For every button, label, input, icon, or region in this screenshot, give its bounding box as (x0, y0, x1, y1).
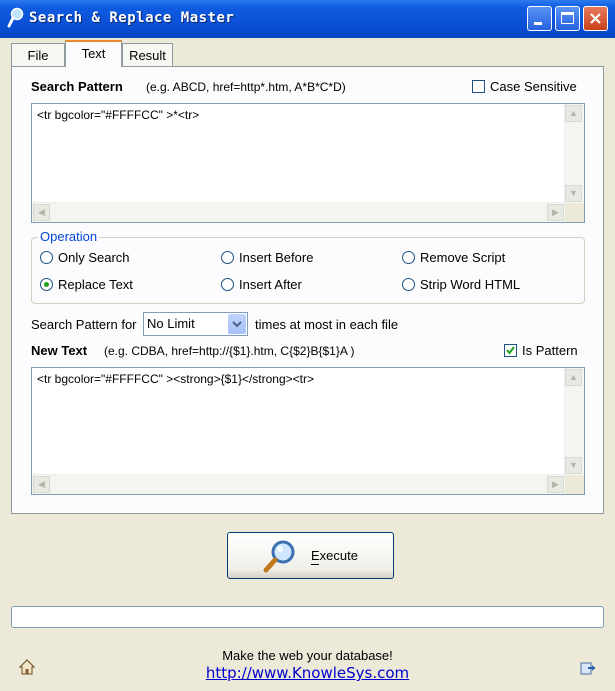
scroll-right-icon[interactable]: ▶ (547, 204, 564, 221)
radio-only-search[interactable] (40, 251, 53, 264)
case-sensitive-checkbox[interactable] (472, 80, 485, 93)
tab-file-label: File (27, 48, 49, 63)
radio-insert-before[interactable] (221, 251, 234, 264)
close-button[interactable] (583, 6, 608, 31)
exit-icon[interactable] (580, 660, 596, 676)
scroll-left-icon[interactable]: ◀ (33, 476, 50, 493)
tab-text-label: Text (81, 46, 106, 61)
new-text-example: (e.g. CDBA, href=http://{$1}.htm, C{$2}B… (104, 344, 355, 358)
tagline: Make the web your database! (222, 648, 393, 663)
magnifier-icon (263, 540, 295, 573)
scroll-up-icon[interactable]: ▲ (565, 105, 582, 122)
progress-bar (11, 606, 604, 628)
only-search-label[interactable]: Only Search (58, 250, 130, 265)
title-bar[interactable]: Search & Replace Master (0, 0, 615, 38)
newtext-vertical-scrollbar[interactable]: ▲ ▼ (564, 368, 584, 475)
limit-dropdown[interactable]: No Limit (143, 312, 248, 336)
execute-label: Execute (311, 548, 358, 563)
scroll-down-icon[interactable]: ▼ (565, 185, 582, 202)
newtext-horizontal-scrollbar[interactable]: ◀ ▶ (32, 474, 565, 494)
search-pattern-value: <tr bgcolor="#FFFFCC" >*<tr> (37, 108, 200, 122)
maximize-icon (561, 12, 574, 24)
radio-strip-word-html[interactable] (402, 278, 415, 291)
new-text-value: <tr bgcolor="#FFFFCC" ><strong>{$1}</str… (37, 372, 315, 386)
limit-suffix-label: times at most in each file (255, 317, 399, 332)
limit-selected-value: No Limit (147, 316, 195, 331)
checkmark-icon (506, 346, 515, 355)
radio-replace-text[interactable] (40, 278, 53, 291)
scroll-right-icon[interactable]: ▶ (547, 476, 564, 493)
scroll-left-icon[interactable]: ◀ (33, 204, 50, 221)
maximize-button[interactable] (555, 6, 580, 31)
search-pattern-example: (e.g. ABCD, href=http*.htm, A*B*C*D) (146, 80, 346, 94)
operation-legend: Operation (38, 229, 100, 244)
radio-insert-after[interactable] (221, 278, 234, 291)
execute-button[interactable]: Execute (227, 532, 394, 579)
tab-result-label: Result (129, 48, 166, 63)
scrollbar-corner (565, 203, 584, 222)
replace-text-label[interactable]: Replace Text (58, 277, 133, 292)
is-pattern-checkbox[interactable] (504, 344, 517, 357)
window-title: Search & Replace Master (29, 10, 235, 26)
new-text-label: New Text (31, 343, 88, 358)
operation-group (31, 237, 585, 304)
tab-file[interactable]: File (11, 43, 65, 66)
scroll-down-icon[interactable]: ▼ (565, 457, 582, 474)
case-sensitive-label[interactable]: Case Sensitive (490, 79, 577, 94)
radio-remove-script[interactable] (402, 251, 415, 264)
magnifier-app-icon (7, 7, 24, 28)
insert-before-label[interactable]: Insert Before (239, 250, 313, 265)
remove-script-label[interactable]: Remove Script (420, 250, 505, 265)
search-vertical-scrollbar[interactable]: ▲ ▼ (564, 104, 584, 203)
radio-selected-dot (44, 282, 49, 287)
home-icon[interactable] (19, 659, 35, 675)
insert-after-label[interactable]: Insert After (239, 277, 302, 292)
minimize-button[interactable] (527, 6, 552, 31)
search-pattern-input[interactable]: <tr bgcolor="#FFFFCC" >*<tr> ▲ ▼ ◀ ▶ (31, 103, 585, 223)
new-text-input[interactable]: <tr bgcolor="#FFFFCC" ><strong>{$1}</str… (31, 367, 585, 495)
website-link[interactable]: http://www.KnowleSys.com (0, 664, 615, 682)
search-pattern-label: Search Pattern (31, 79, 123, 94)
minimize-icon (534, 22, 542, 25)
scroll-up-icon[interactable]: ▲ (565, 369, 582, 386)
close-icon (590, 13, 601, 24)
limit-prefix-label: Search Pattern for (31, 317, 137, 332)
search-horizontal-scrollbar[interactable]: ◀ ▶ (32, 202, 565, 222)
execute-accelerator-underline (311, 564, 319, 565)
is-pattern-label[interactable]: Is Pattern (522, 343, 578, 358)
scrollbar-corner (565, 475, 584, 494)
tab-result[interactable]: Result (122, 43, 173, 66)
strip-word-html-label[interactable]: Strip Word HTML (420, 277, 520, 292)
text-tab-panel: Search Pattern (e.g. ABCD, href=http*.ht… (11, 66, 604, 514)
app-window: Search & Replace Master File Text Result… (0, 0, 615, 691)
tab-text[interactable]: Text (65, 40, 122, 67)
chevron-down-icon[interactable] (228, 314, 246, 334)
